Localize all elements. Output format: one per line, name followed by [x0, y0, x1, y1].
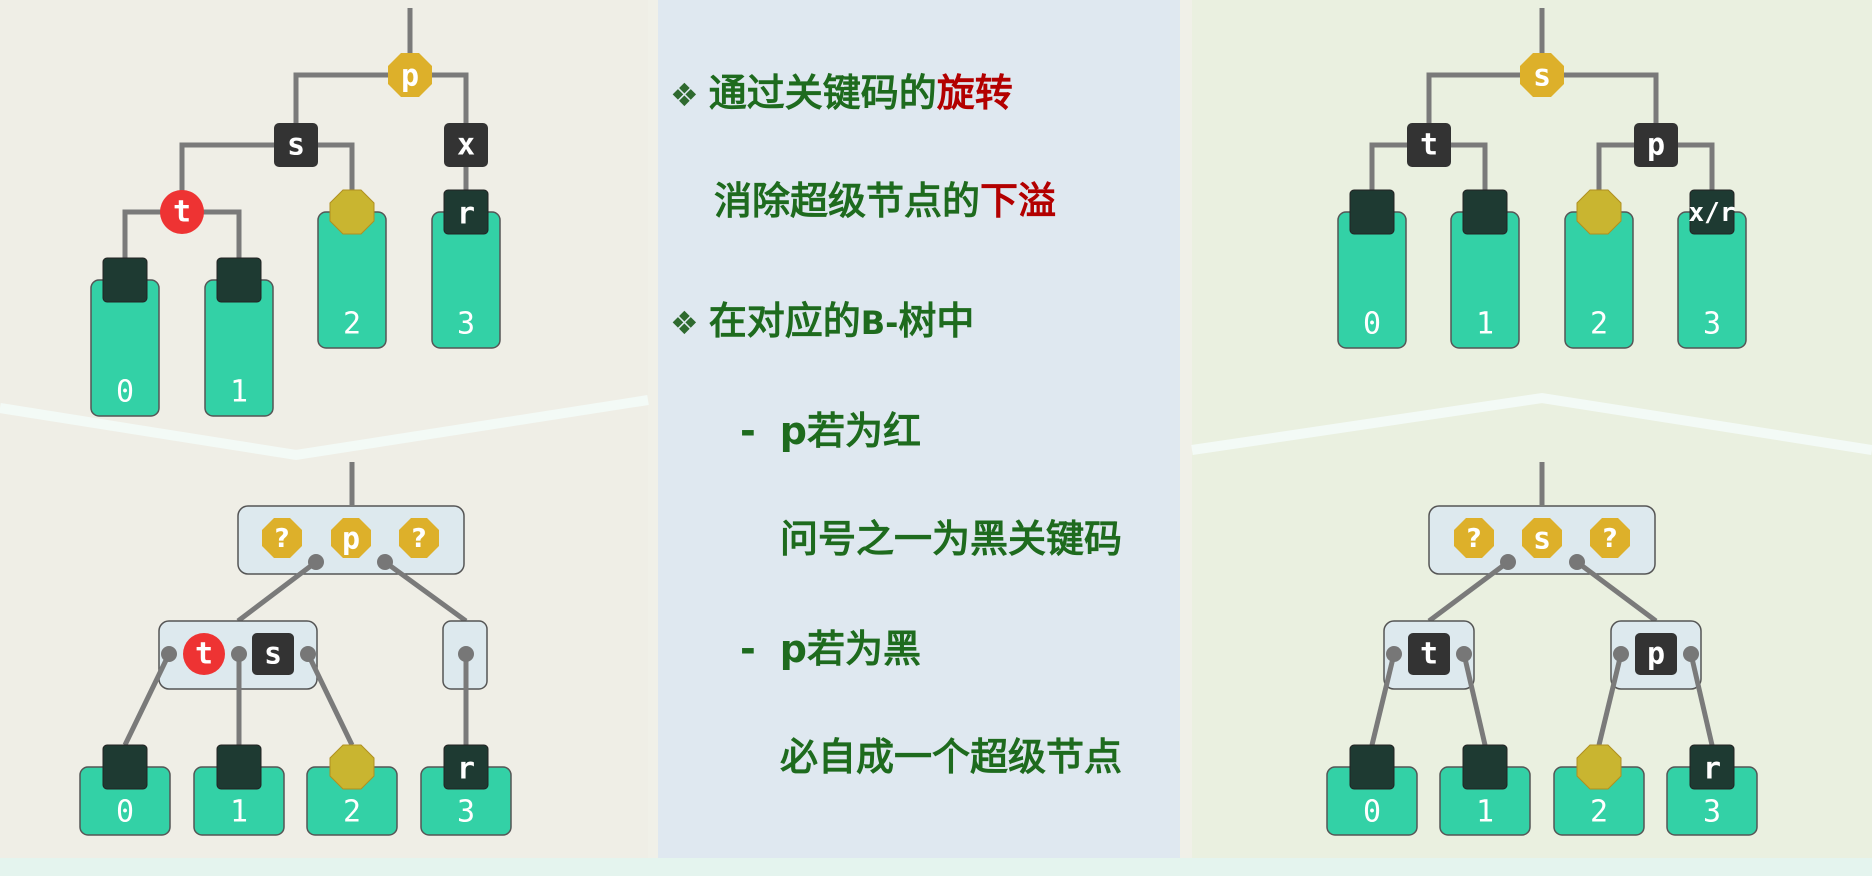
bullet-icon: ❖: [670, 304, 699, 342]
node-p-label: p: [401, 59, 419, 94]
connector-dot: [1683, 646, 1699, 662]
node-t-label: t: [1420, 128, 1438, 163]
bullet-icon: ❖: [670, 76, 699, 114]
subtree-root-2: [329, 744, 375, 790]
key-r-label: r: [1703, 752, 1721, 787]
right-bottom-btree: ? s ? t p r 0 1 2 3: [1326, 462, 1758, 836]
left-bottom-btree: ? p ? t s r 0 1 2 3: [79, 462, 512, 836]
subtree-label-0: 0: [1363, 307, 1381, 342]
dash-1: -: [740, 409, 756, 453]
line2-text: 消除超级节点的: [714, 179, 981, 223]
bullet-rotation: ❖ 通过关键码的旋转: [670, 62, 1013, 117]
subtree-label-2: 2: [1590, 795, 1608, 830]
node-s-label: s: [1533, 59, 1551, 94]
sub-black: - p若为黑: [740, 618, 921, 673]
subtree-label-1: 1: [230, 375, 248, 410]
subtree-root-2: [1576, 189, 1622, 235]
node-p-label: p: [1647, 128, 1665, 163]
key-p-label: p: [342, 522, 360, 557]
subtree-label-0: 0: [116, 375, 134, 410]
key-question-2-label: ?: [1602, 524, 1617, 554]
subtree-label-2: 2: [343, 307, 361, 342]
connector-dot: [1613, 646, 1629, 662]
key-s-label: s: [1533, 522, 1551, 557]
sub1-text: p若为红: [779, 409, 921, 453]
key-s-label: s: [264, 637, 282, 672]
connector-dot: [1456, 646, 1472, 662]
key-p-label: p: [1647, 637, 1665, 672]
node-r-label: r: [457, 197, 475, 232]
connector-dot: [300, 646, 316, 662]
connector-dot: [377, 554, 393, 570]
bullet2-text-b: B-: [860, 304, 899, 342]
subtree-root-0: [102, 257, 148, 303]
line-underflow: 消除超级节点的下溢: [714, 170, 1056, 225]
subtree-label-0: 0: [1363, 795, 1381, 830]
sub-red-detail: 问号之一为黑关键码: [780, 517, 1123, 561]
connector-dot: [161, 646, 177, 662]
bullet1-text: 通过关键码的: [708, 71, 937, 115]
key-question-1-label: ?: [1466, 524, 1481, 554]
dash-2: -: [740, 627, 756, 671]
node-s-label: s: [287, 128, 305, 163]
node-t-label: t: [173, 195, 191, 230]
subtree-label-3: 3: [457, 307, 475, 342]
subtree-root-2: [1576, 744, 1622, 790]
bullet-btree: ❖ 在对应的B-树中: [670, 290, 974, 345]
subtree-root-0: [1349, 744, 1395, 790]
subtree-root-0: [1349, 189, 1395, 235]
subtree-label-0: 0: [116, 795, 134, 830]
subtree-root-1: [1462, 744, 1508, 790]
subtree-label-3: 3: [457, 795, 475, 830]
right-divider: [1191, 392, 1872, 455]
left-top-tree: 0 1 2 3 r s x t p: [90, 8, 501, 417]
connector-dot: [458, 646, 474, 662]
key-question-2-label: ?: [411, 524, 426, 554]
sub-black-detail: 必自成一个超级节点: [780, 735, 1123, 779]
key-r-label: r: [457, 752, 475, 787]
bullet1-highlight: 旋转: [936, 71, 1013, 115]
connector-dot: [1386, 646, 1402, 662]
subtree-label-2: 2: [1590, 307, 1608, 342]
right-top-tree: 0 1 2 3 x/r t p s: [1337, 8, 1747, 349]
connector-dot: [1569, 554, 1585, 570]
key-question-1-label: ?: [274, 524, 289, 554]
subtree-root-1: [216, 257, 262, 303]
connector-dot: [1500, 554, 1516, 570]
key-t-label: t: [1420, 637, 1438, 672]
subtree-label-3: 3: [1703, 795, 1721, 830]
connector-dot: [231, 646, 247, 662]
subtree-label-3: 3: [1703, 307, 1721, 342]
bullet2-text-c: 树中: [898, 299, 975, 343]
subtree-label-1: 1: [230, 795, 248, 830]
subtree-root-2: [329, 189, 375, 235]
node-x-label: x: [457, 128, 475, 163]
line2-highlight: 下溢: [980, 179, 1057, 223]
sub2-text: p若为黑: [779, 627, 921, 671]
connector-dot: [308, 554, 324, 570]
bullet2-text-a: 在对应的: [708, 299, 861, 343]
subtree-label-1: 1: [1476, 307, 1494, 342]
subtree-root-1: [1462, 189, 1508, 235]
sub-red: - p若为红: [740, 400, 921, 455]
subtree-label-2: 2: [343, 795, 361, 830]
subtree-root-0: [102, 744, 148, 790]
key-t-label: t: [195, 637, 213, 672]
node-xr-label: x/r: [1689, 198, 1736, 228]
subtree-label-1: 1: [1476, 795, 1494, 830]
subtree-root-1: [216, 744, 262, 790]
